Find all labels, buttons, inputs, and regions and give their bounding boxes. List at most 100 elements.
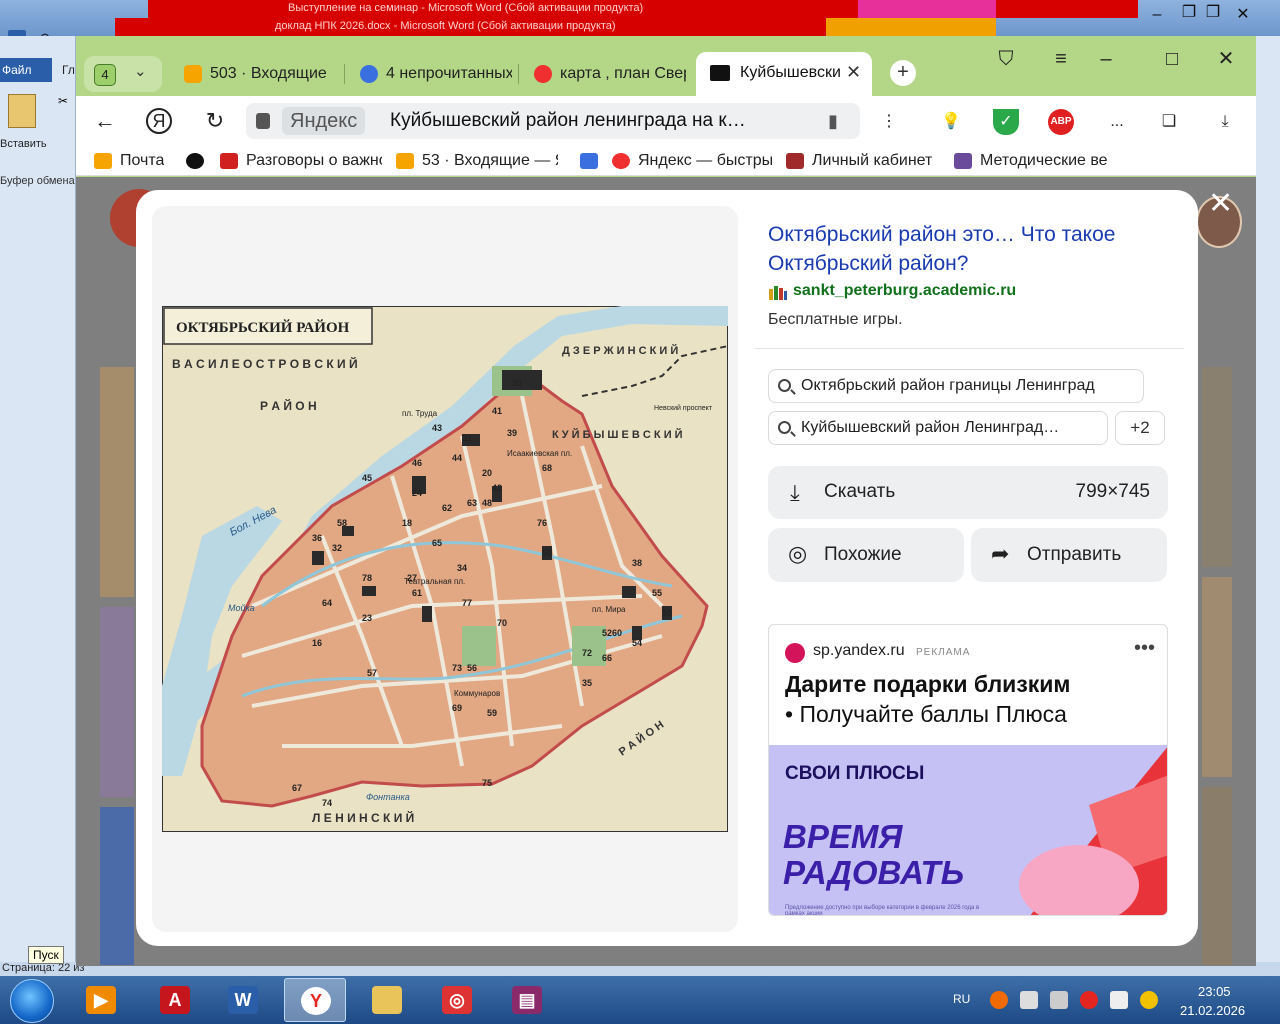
bookmark-black[interactable]: [186, 151, 206, 173]
word-home-tab[interactable]: Гл: [62, 63, 75, 77]
bookmark-inbox[interactable]: 53 · Входящие — Я: [396, 151, 558, 173]
map-street-nevsky: Невский проспект: [654, 404, 713, 412]
tab-separator: [344, 64, 345, 84]
cut-icon[interactable]: ✂: [58, 94, 68, 108]
bookmark-icon[interactable]: ▮: [828, 111, 838, 132]
word-file-tab[interactable]: Файл: [0, 58, 52, 82]
clock-time[interactable]: 23:05: [1198, 984, 1231, 999]
bookmarks-panel-icon[interactable]: ⛉: [986, 46, 1026, 72]
more-vertical-icon[interactable]: ⋮: [876, 109, 902, 135]
tray-flag-icon[interactable]: [1110, 991, 1128, 1009]
address-bar[interactable]: Яндекс Куйбышевский район ленинграда на …: [246, 103, 860, 139]
map-number-label: 60: [612, 628, 622, 638]
url-text[interactable]: Куйбышевский район ленинграда на к…: [390, 110, 746, 132]
taskbar-archiver[interactable]: ▤: [496, 978, 558, 1022]
yandex-icon: [612, 153, 630, 169]
tab-active-image[interactable]: Куйбышевский ✕: [696, 52, 872, 96]
tab-search[interactable]: карта , план Свердловского: [526, 58, 686, 90]
map-place-kommunarov: Коммунаров: [454, 689, 500, 698]
tray-app-icon[interactable]: [990, 991, 1008, 1009]
extensions-more-icon[interactable]: ...: [1104, 109, 1130, 135]
result-title-link[interactable]: Октябрьский район это… Что такое Октябрь…: [768, 220, 1158, 278]
back-icon[interactable]: ←: [90, 108, 120, 134]
taskbar-explorer[interactable]: [356, 978, 418, 1022]
bookmark-word-doc[interactable]: [580, 151, 600, 173]
download-icon: ⤓: [790, 480, 800, 505]
download-label: Скачать: [824, 481, 896, 502]
map-image[interactable]: ОКТЯБРЬСКИЙ РАЙОН В А С И Л Е О С Т Р О …: [162, 306, 728, 832]
map-number-label: 44: [452, 453, 462, 463]
tab-group-button[interactable]: 4 ⌄: [84, 56, 162, 92]
ad-image[interactable]: СВОИ ПЛЮСЫ ВРЕМЯ РАДОВАТЬ Предложение до…: [769, 745, 1167, 915]
reload-icon[interactable]: ↻: [200, 108, 230, 134]
ad-headline[interactable]: Дарите подарки близким: [785, 671, 1070, 698]
tab-messenger[interactable]: 4 непрочитанных: [352, 58, 512, 90]
mail-icon: [184, 65, 202, 83]
map-title: ОКТЯБРЬСКИЙ РАЙОН: [176, 319, 350, 336]
image-thumb[interactable]: [1202, 367, 1232, 567]
close-window-icon[interactable]: ✕: [1206, 46, 1246, 72]
bookmark-pochta[interactable]: Почта: [94, 151, 164, 173]
adblock-icon[interactable]: ABP: [1048, 109, 1074, 135]
tray-volume-icon[interactable]: [1050, 991, 1068, 1009]
archive-icon: ▤: [512, 986, 542, 1014]
tray-network-icon[interactable]: [1020, 991, 1038, 1009]
word-minimize-icon[interactable]: –: [1144, 4, 1170, 26]
tab-close-icon[interactable]: ✕: [846, 62, 861, 83]
ad-domain[interactable]: sp.yandex.ru: [813, 642, 905, 660]
image-thumb[interactable]: [1202, 787, 1232, 965]
new-tab-button[interactable]: +: [890, 60, 916, 86]
tray-flower-icon[interactable]: [1140, 991, 1158, 1009]
word-close-icon[interactable]: ✕: [1230, 4, 1256, 26]
lightbulb-icon[interactable]: 💡: [938, 109, 964, 135]
ad-more-icon[interactable]: •••: [1134, 637, 1155, 660]
minimize-icon[interactable]: –: [1086, 46, 1126, 72]
tray-yandex-icon[interactable]: [1080, 991, 1098, 1009]
yandex-logo-icon[interactable]: Я: [146, 108, 172, 134]
chip-label: Куйбышевский район Ленинград…: [801, 419, 1060, 436]
paste-icon[interactable]: [8, 94, 36, 128]
taskbar-media-app[interactable]: ▶: [70, 978, 132, 1022]
ad-banner-block[interactable]: sp.yandex.ru РЕКЛАМА ••• Дарите подарки …: [768, 624, 1168, 916]
collections-icon[interactable]: ❏: [1156, 109, 1182, 135]
image-thumb[interactable]: [100, 367, 134, 597]
language-indicator[interactable]: RU: [953, 992, 970, 1006]
bookmark-yandex[interactable]: Яндекс — быстрый: [612, 151, 772, 173]
menu-icon[interactable]: ≡: [1041, 46, 1081, 72]
maximize-icon[interactable]: □: [1152, 46, 1192, 72]
image-thumb[interactable]: [1202, 577, 1232, 777]
result-site-link[interactable]: sankt_peterburg.academic.ru: [793, 282, 1016, 300]
map-number-label: 50: [542, 548, 552, 558]
plus-circle-icon: [186, 153, 204, 169]
tab-mail-1[interactable]: 503 · Входящие: [176, 58, 336, 90]
ad-brand: СВОИ ПЛЮСЫ: [785, 763, 925, 784]
download-button[interactable]: ⤓ Скачать 799×745: [768, 466, 1168, 519]
start-button[interactable]: [10, 979, 54, 1023]
bookmark-razgovory[interactable]: Разговоры о важном: [220, 151, 382, 173]
viewer-close-icon[interactable]: ✕: [1208, 186, 1233, 221]
taskbar-yandex-browser[interactable]: Y: [284, 978, 346, 1022]
map-number-label: 63: [467, 498, 477, 508]
mail-icon: [396, 153, 414, 169]
similar-button[interactable]: ◎ Похожие: [768, 528, 964, 582]
taskbar-burner[interactable]: ◎: [426, 978, 488, 1022]
image-thumb[interactable]: [100, 607, 134, 797]
bookmark-method[interactable]: Методические ве: [954, 151, 1110, 173]
map-number-label: 27: [407, 573, 417, 583]
bookmark-cabinet[interactable]: Личный кабинет: [786, 151, 932, 173]
lock-icon[interactable]: [256, 113, 270, 129]
more-chips-button[interactable]: +2: [1115, 411, 1165, 445]
word-restore-icon-2[interactable]: ❐: [1200, 2, 1226, 24]
related-search-chip[interactable]: Октябрьский район границы Ленинград: [768, 369, 1144, 403]
word-restore-icon[interactable]: ❐: [1176, 2, 1202, 24]
taskbar-acrobat[interactable]: A: [144, 978, 206, 1022]
share-button[interactable]: ➦ Отправить: [971, 528, 1167, 582]
image-thumb[interactable]: [100, 807, 134, 965]
paste-label[interactable]: Вставить: [0, 138, 47, 150]
clock-date[interactable]: 21.02.2026: [1180, 1003, 1245, 1018]
related-search-chip[interactable]: Куйбышевский район Ленинград…: [768, 411, 1108, 445]
shield-icon[interactable]: ✓: [993, 109, 1019, 135]
taskbar-word[interactable]: W: [212, 978, 274, 1022]
search-engine-chip[interactable]: Яндекс: [282, 107, 366, 135]
download-icon[interactable]: ⤓: [1212, 109, 1238, 135]
